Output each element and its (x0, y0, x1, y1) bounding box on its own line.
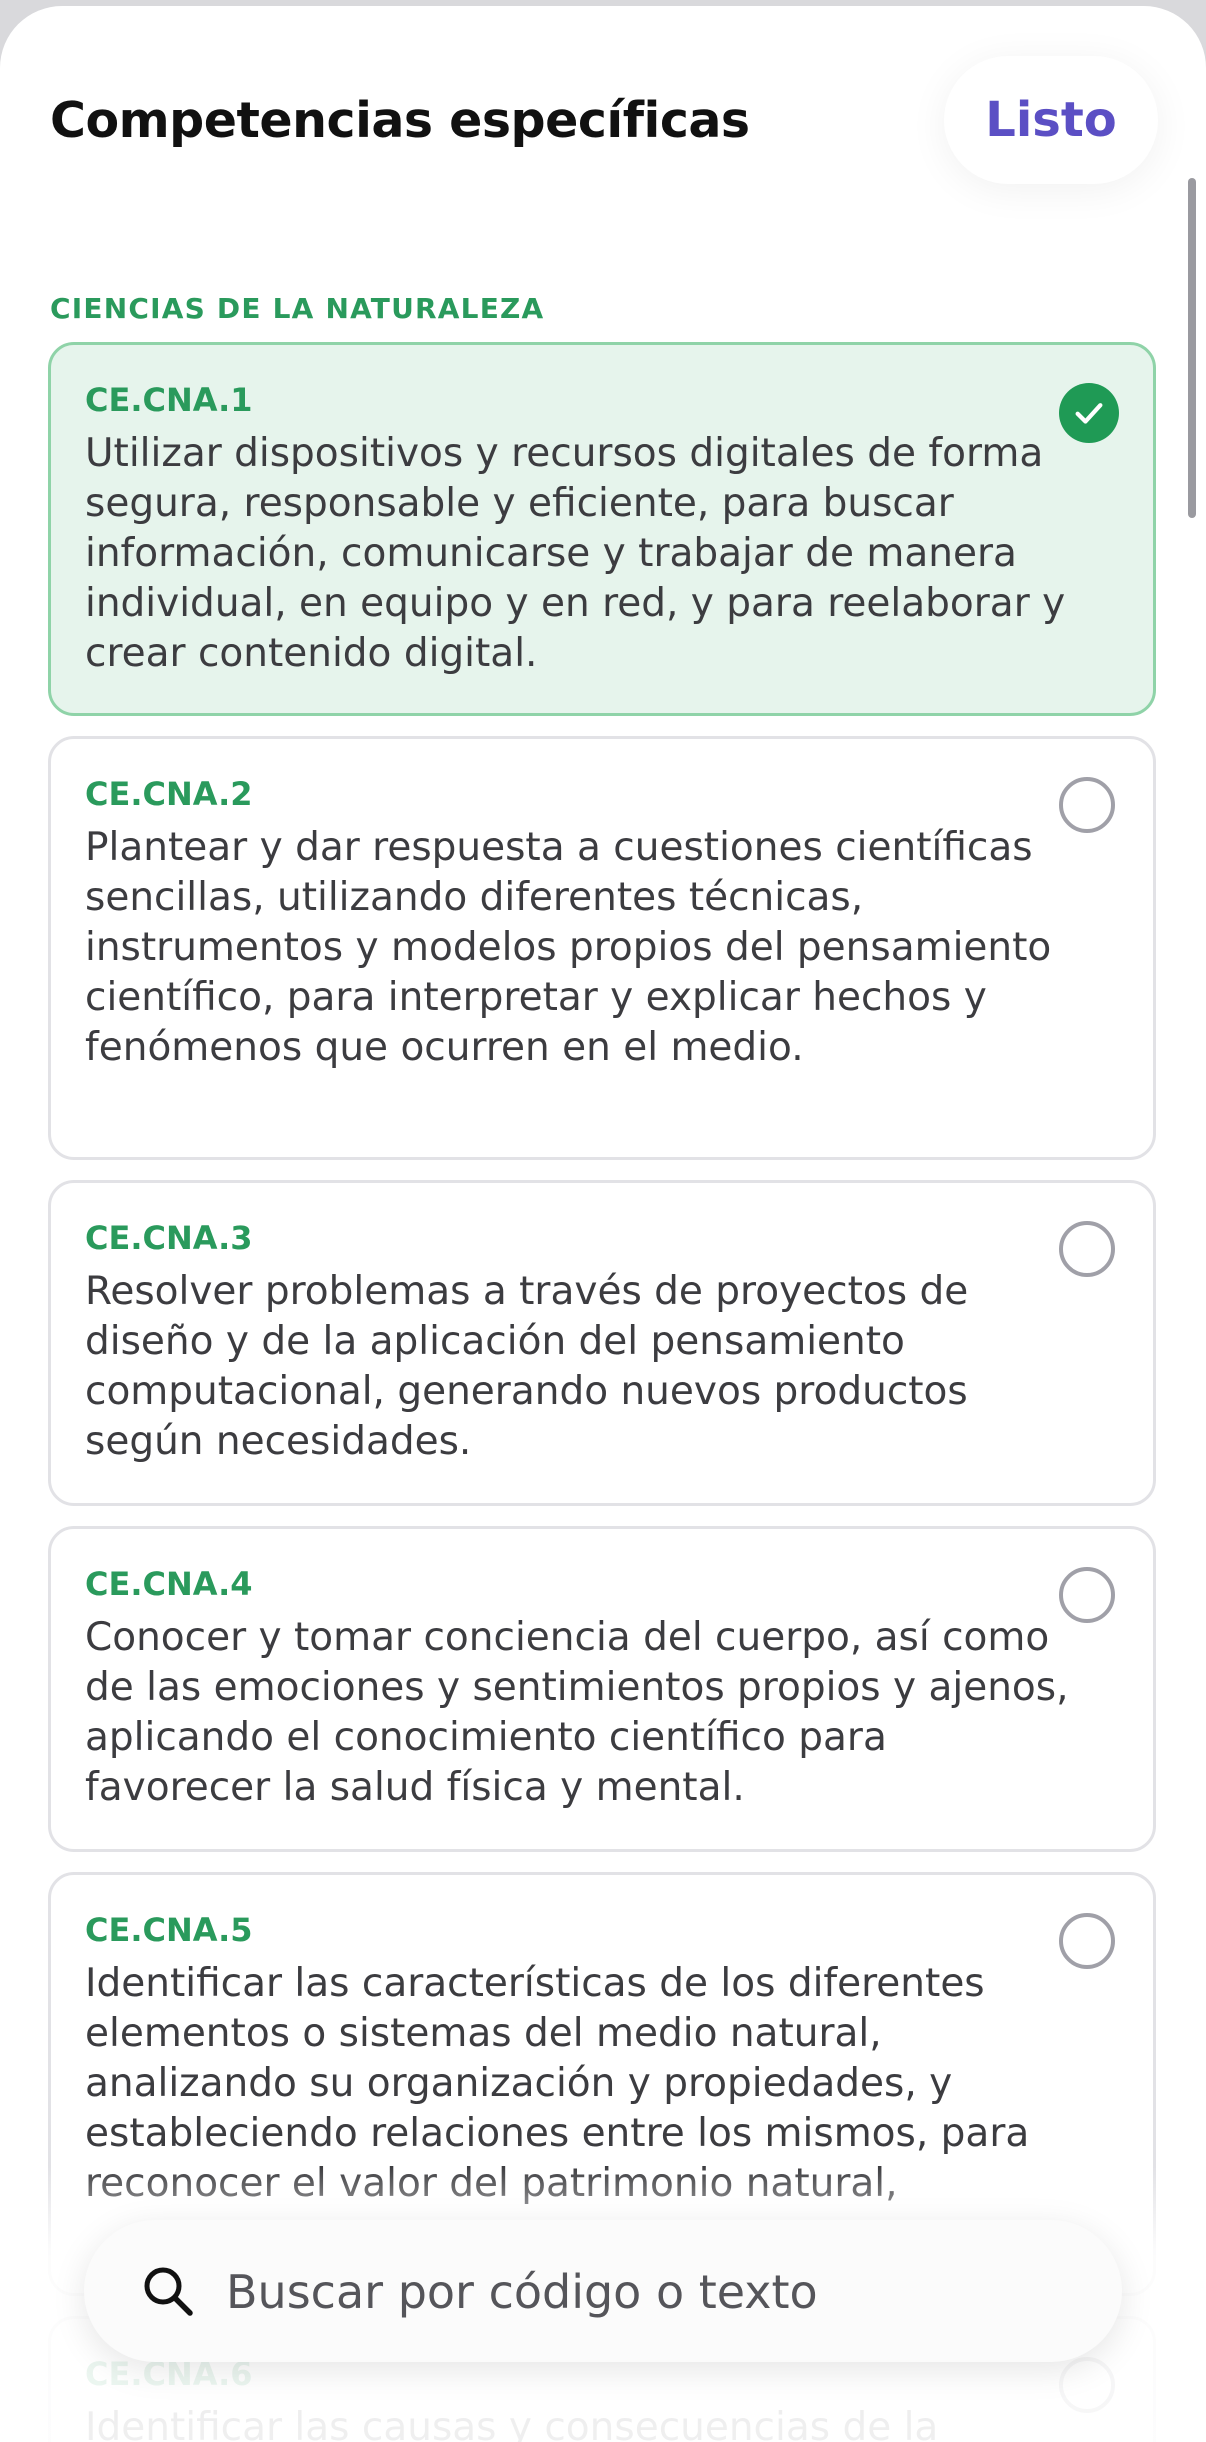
competency-text: Utilizar dispositivos y recursos digital… (85, 431, 1066, 676)
checkmark-icon[interactable] (1059, 383, 1119, 443)
competency-code: CE.CNA.2 (85, 775, 253, 813)
competency-code: CE.CNA.4 (85, 1565, 253, 1603)
search-input[interactable] (224, 2220, 1088, 2364)
competency-code: CE.CNA.5 (85, 1911, 253, 1949)
scrollbar[interactable] (1188, 178, 1196, 518)
radio-circle-icon[interactable] (1059, 1913, 1115, 1969)
competency-card[interactable]: CE.CNA.1 Utilizar dispositivos y recurso… (48, 342, 1156, 716)
competency-text: Identificar las causas y consecuencias d… (85, 2405, 939, 2442)
competency-text: Plantear y dar respuesta a cuestiones ci… (85, 825, 1052, 1070)
search-bar[interactable] (84, 2220, 1122, 2364)
radio-circle-icon[interactable] (1059, 2357, 1115, 2413)
competency-card[interactable]: CE.CNA.2 Plantear y dar respuesta a cues… (48, 736, 1156, 1160)
competency-code: CE.CNA.1 (85, 381, 253, 419)
done-button[interactable]: Listo (944, 56, 1158, 184)
competency-card[interactable]: CE.CNA.4 Conocer y tomar conciencia del … (48, 1526, 1156, 1852)
competency-text: Resolver problemas a través de proyectos… (85, 1269, 969, 1464)
search-icon (140, 2263, 196, 2319)
competency-card[interactable]: CE.CNA.3 Resolver problemas a través de … (48, 1180, 1156, 1506)
competency-text: Conocer y tomar conciencia del cuerpo, a… (85, 1615, 1069, 1810)
competency-text: Identificar las características de los d… (85, 1961, 1030, 2206)
page-title: Competencias específicas (50, 92, 750, 149)
competency-code: CE.CNA.3 (85, 1219, 253, 1257)
radio-circle-icon[interactable] (1059, 777, 1115, 833)
section-header: CIENCIAS DE LA NATURALEZA (50, 292, 545, 325)
bottom-sheet: Competencias específicas Listo CIENCIAS … (0, 6, 1206, 2442)
radio-circle-icon[interactable] (1059, 1221, 1115, 1277)
radio-circle-icon[interactable] (1059, 1567, 1115, 1623)
sheet-header: Competencias específicas Listo (0, 6, 1206, 196)
